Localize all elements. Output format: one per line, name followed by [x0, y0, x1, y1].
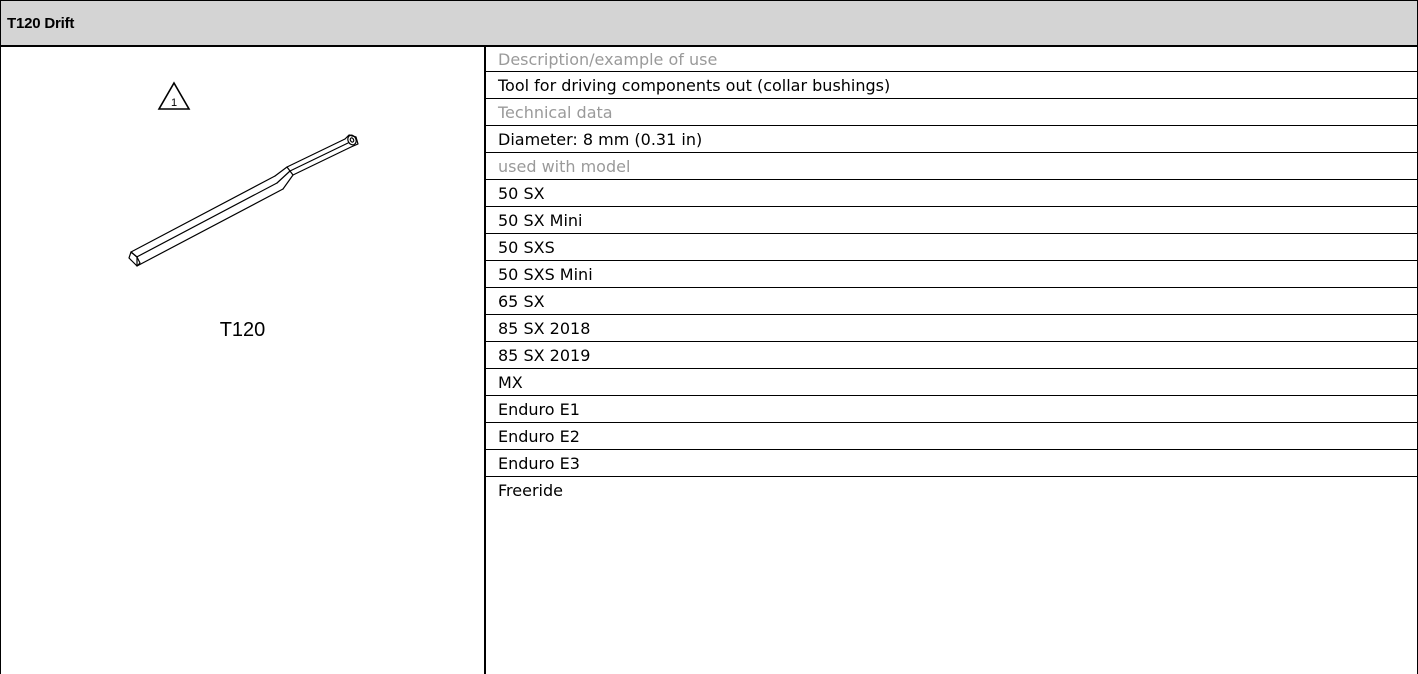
model-item: 85 SX 2019 — [486, 342, 1417, 369]
tool-details-table: 1 T120 Description/example of use Tool f… — [0, 47, 1418, 674]
title-bar: T120 Drift — [0, 0, 1418, 47]
tool-card: T120 Drift 1 T120 Description/example of… — [0, 0, 1418, 674]
model-item: Enduro E1 — [486, 396, 1417, 423]
tool-info-list: Description/example of use Tool for driv… — [486, 47, 1417, 504]
technical-data-heading: Technical data — [486, 99, 1417, 126]
model-item: 50 SXS — [486, 234, 1417, 261]
model-item: 50 SX — [486, 180, 1417, 207]
drift-tool-drawing — [128, 134, 359, 267]
used-with-model-heading: used with model — [486, 153, 1417, 180]
technical-data-text: Diameter: 8 mm (0.31 in) — [486, 126, 1417, 153]
warning-triangle-icon: 1 — [157, 81, 191, 110]
model-item: 50 SX Mini — [486, 207, 1417, 234]
model-item: Freeride — [498, 481, 563, 500]
model-item: 50 SXS Mini — [486, 261, 1417, 288]
model-item: Enduro E3 — [486, 450, 1417, 477]
warning-icon-number: 1 — [171, 97, 177, 109]
description-text: Tool for driving components out (collar … — [486, 72, 1417, 99]
description-heading: Description/example of use — [486, 47, 1417, 72]
tool-title: T120 Drift — [7, 14, 75, 32]
model-item: 65 SX — [486, 288, 1417, 315]
tool-caption: T120 — [219, 319, 266, 341]
model-item: Enduro E2 — [486, 423, 1417, 450]
tool-image-cell: 1 T120 — [1, 47, 486, 674]
model-item: 85 SX 2018 — [486, 315, 1417, 342]
model-item: MX — [486, 369, 1417, 396]
